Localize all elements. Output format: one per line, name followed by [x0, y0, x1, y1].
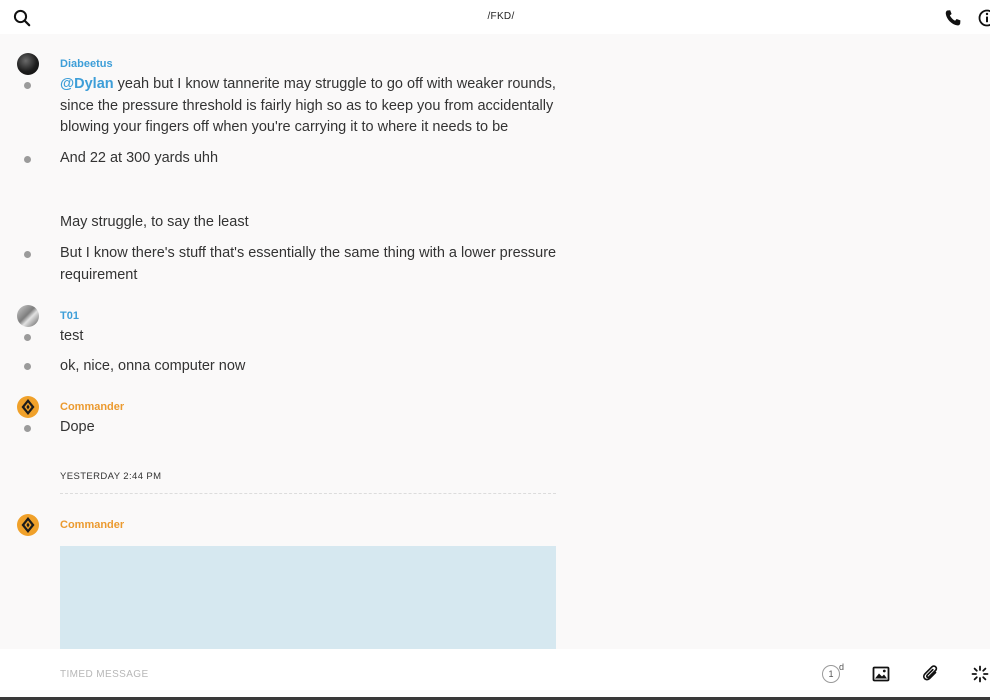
message-author[interactable]: Commander	[60, 401, 124, 413]
sparkle-icon[interactable]	[971, 665, 989, 683]
conversation-header: /FKD/	[0, 0, 990, 34]
avatar[interactable]	[17, 396, 39, 418]
message-text: ok, nice, onna computer now	[60, 358, 246, 374]
divider-line	[60, 493, 556, 494]
date-divider: YESTERDAY 2:44 PM	[60, 471, 162, 482]
composer-bar: 1 d	[0, 649, 990, 700]
message-body: yeah but I know tannerite may struggle t…	[60, 76, 556, 135]
avatar[interactable]	[17, 305, 39, 327]
message-status-dot	[24, 156, 31, 163]
message-status-dot	[24, 82, 31, 89]
conversation-title: /FKD/	[487, 11, 515, 22]
avatar[interactable]	[17, 53, 39, 75]
message-text: And 22 at 300 yards uhh	[60, 150, 219, 166]
message-status-dot	[24, 251, 31, 258]
message-author[interactable]: T01	[60, 310, 79, 322]
timer-icon: 1	[822, 665, 840, 683]
commander-logo-icon	[21, 517, 35, 533]
image-attachment[interactable]	[60, 546, 556, 649]
message-text: @Dylan yeah but I know tannerite may str…	[60, 74, 560, 139]
info-icon[interactable]	[977, 8, 990, 28]
message-author[interactable]: Commander	[60, 519, 124, 531]
message-text: Dope	[60, 419, 95, 435]
timer-unit: d	[839, 662, 845, 672]
phone-icon[interactable]	[943, 8, 963, 28]
message-text: But I know there's stuff that's essentia…	[60, 245, 557, 283]
message-status-dot	[24, 363, 31, 370]
avatar[interactable]	[17, 514, 39, 536]
message-author[interactable]: Diabeetus	[60, 58, 113, 70]
message-status-dot	[24, 334, 31, 341]
paperclip-icon[interactable]	[922, 664, 940, 684]
commander-logo-icon	[21, 399, 35, 415]
message-text: test	[60, 328, 84, 344]
message-input[interactable]	[60, 663, 760, 685]
message-status-dot	[24, 425, 31, 432]
message-list[interactable]: Diabeetus @Dylan yeah but I know tanneri…	[0, 34, 990, 649]
message-text: May struggle, to say the least	[60, 214, 249, 230]
image-icon[interactable]	[872, 665, 890, 683]
timer-button[interactable]: 1 d	[820, 662, 846, 686]
mention-link[interactable]: @Dylan	[60, 76, 114, 92]
